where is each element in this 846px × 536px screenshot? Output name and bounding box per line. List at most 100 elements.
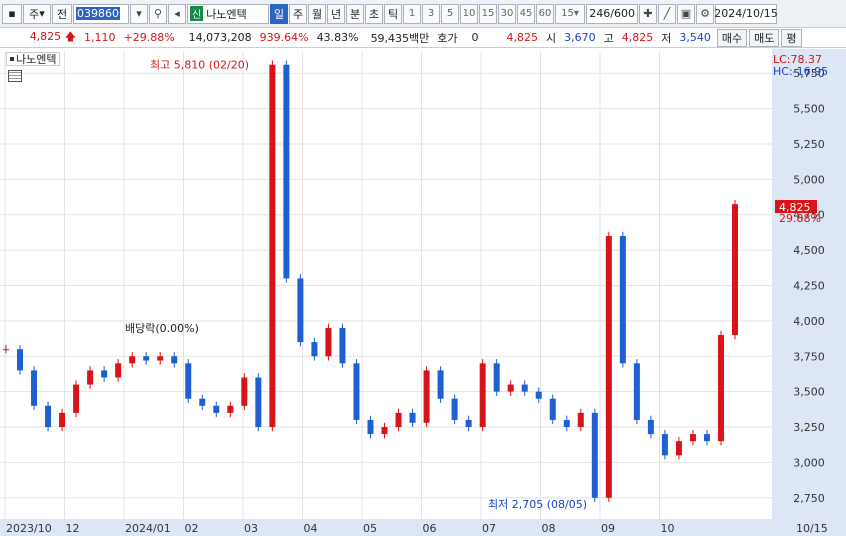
candle-body (129, 356, 136, 364)
period-month[interactable]: 월 (308, 3, 326, 24)
candle-body (339, 327, 346, 364)
candle-body (325, 327, 332, 357)
date-field[interactable]: 2024/10/15 (714, 3, 778, 24)
hoga-label: 호가 (437, 31, 458, 45)
candle-body (87, 370, 94, 385)
candle-body (493, 363, 500, 392)
open-label: 시 (546, 31, 557, 45)
period-tick[interactable]: 틱 (384, 3, 402, 24)
low-price: 3,540 (679, 31, 711, 44)
y-tick-label: 4,500 (793, 244, 825, 257)
interval-10[interactable]: 10 (460, 3, 478, 24)
stock-badge: 신 (190, 6, 204, 21)
search-icon[interactable]: ⚲ (149, 3, 167, 24)
period-year[interactable]: 년 (327, 3, 345, 24)
y-tick-label: 4,250 (793, 280, 825, 293)
candle-body (689, 434, 696, 442)
y-tick-label: 3,500 (793, 386, 825, 399)
hoga-value: 0 (471, 31, 479, 44)
candle-body (395, 412, 402, 428)
candle-body (619, 235, 626, 364)
x-tick-label: 07 (482, 522, 496, 535)
interval-select[interactable]: 15 ▾ (555, 3, 585, 24)
x-tick-label: 2024/01 (125, 522, 171, 535)
candle-body (143, 356, 150, 361)
gear-icon[interactable]: ⚙ (696, 3, 714, 24)
x-tick-label: 2023/10 (6, 522, 52, 535)
candle-body (661, 434, 668, 456)
candle-body (717, 335, 724, 442)
period-day[interactable]: 일 (270, 3, 288, 24)
interval-60[interactable]: 60 (536, 3, 554, 24)
code-value: 039860 (76, 7, 120, 20)
menu-icon[interactable]: ▪ (2, 3, 22, 24)
view-select[interactable]: 전 (52, 3, 72, 24)
candle-body (227, 405, 234, 413)
candle-body (101, 370, 108, 378)
x-tick-label: 10/15 (796, 522, 828, 535)
save-icon[interactable]: ▣ (677, 3, 695, 24)
x-tick-label: 02 (185, 522, 199, 535)
y-tick-label: 3,750 (793, 350, 825, 363)
period-week[interactable]: 주 (289, 3, 307, 24)
market-select[interactable]: 주 ▾ (23, 3, 51, 24)
interval-15[interactable]: 15 (479, 3, 497, 24)
interval-45[interactable]: 45 (517, 3, 535, 24)
eval-button[interactable]: 평 (781, 28, 802, 47)
period-second[interactable]: 초 (365, 3, 383, 24)
x-tick-label: 05 (363, 522, 377, 535)
up-arrow-icon: 🡅 (64, 30, 76, 43)
candle-body (157, 356, 164, 361)
y-tick-label: 3,250 (793, 421, 825, 434)
candle-body (3, 349, 9, 351)
crosshair-icon[interactable]: ✚ (639, 3, 657, 24)
last-pct-label: 29.88% (779, 212, 821, 225)
market-label: 주 (29, 7, 40, 21)
high-annotation: 최고 5,810 (02/20) (150, 59, 249, 72)
candle-body (577, 412, 584, 428)
buy-button[interactable]: 매수 (716, 28, 748, 47)
period-minute[interactable]: 분 (346, 3, 364, 24)
interval-5[interactable]: 5 (441, 3, 459, 24)
legend-marker (10, 57, 14, 61)
candle-body (199, 398, 206, 406)
price-chart[interactable]: 2,750 3,000 3,250 3,500 3,750 4,000 4,250 4,500… (0, 49, 846, 536)
current-price: 4,825 🡅 (0, 28, 80, 47)
candle-body (549, 398, 556, 420)
candle-body (297, 278, 304, 343)
chevron-down-icon[interactable]: ▾ (130, 3, 148, 24)
candle-body (633, 363, 640, 420)
count-value: 246 (589, 7, 611, 20)
low-annotation: 최저 2,705 (08/05) (488, 498, 587, 511)
stock-name: 나노엔텍 (206, 7, 247, 21)
candle-body (213, 405, 220, 413)
candle-body (31, 370, 38, 406)
price-change: 1,110 (84, 31, 116, 44)
candle-body (367, 419, 374, 435)
x-axis-panel (0, 519, 772, 536)
interval-1[interactable]: 1 (403, 3, 421, 24)
table-icon[interactable] (8, 70, 22, 82)
quote-bar: 4,825 🡅 1,110 +29.88% 14,073,208 939.64%… (0, 28, 846, 48)
interval-30[interactable]: 30 (498, 3, 516, 24)
turnover: 43.83% (316, 31, 359, 44)
draw-tool-icon[interactable]: ╱ (658, 3, 676, 24)
candle-body (185, 363, 192, 399)
volume: 14,073,208 (188, 31, 252, 44)
candle-body (479, 363, 486, 428)
count-field[interactable]: 246/600 (586, 3, 638, 24)
candle-body (73, 384, 80, 413)
sell-button[interactable]: 매도 (749, 28, 780, 47)
code-input[interactable]: 039860 (73, 3, 129, 24)
price-change-pct: +29.88% (123, 31, 175, 44)
stock-name-field[interactable]: 신 나노엔텍 (187, 3, 269, 24)
candle-body (17, 349, 24, 371)
x-tick-label: 10 (661, 522, 675, 535)
speaker-icon[interactable]: ◂ (168, 3, 186, 24)
low-label: 저 (661, 31, 672, 45)
candle-body (423, 370, 430, 423)
candle-body (647, 419, 654, 435)
y-tick-label: 5,000 (793, 173, 825, 186)
candle-body (732, 204, 738, 336)
interval-3[interactable]: 3 (422, 3, 440, 24)
